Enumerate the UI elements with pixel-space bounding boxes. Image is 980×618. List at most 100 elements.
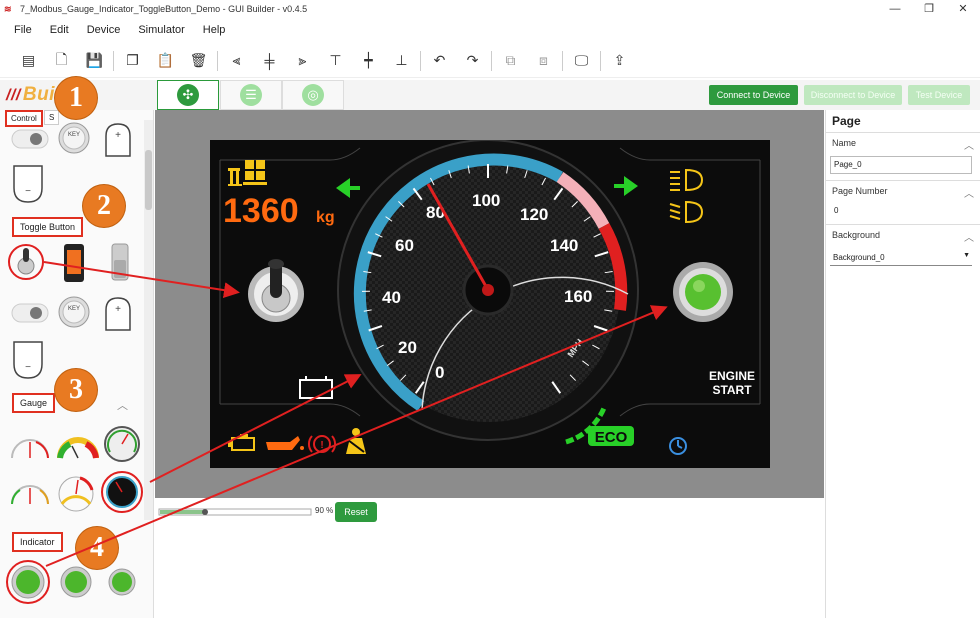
page-number-label: Page Number (832, 186, 888, 196)
undo-icon[interactable]: ↶ (423, 46, 456, 76)
menu-help[interactable]: Help (203, 24, 226, 36)
background-chevron-icon[interactable]: ︿ (964, 229, 974, 244)
align-middle-icon[interactable]: ┿ (352, 46, 385, 76)
load-value: 1360 (223, 192, 299, 230)
section-indicator[interactable]: Indicator (12, 532, 63, 552)
switch-thumb[interactable] (11, 129, 49, 149)
align-center-icon[interactable]: ╪ (253, 46, 286, 76)
zoom-percent: 90 % (315, 506, 334, 515)
zoom-bar: 90 % Reset (155, 498, 824, 526)
properties-panel: Page Name ︿ Page_0 Page Number ︿ 0 Backg… (825, 110, 980, 618)
align-bottom-icon[interactable]: ⊥ (385, 46, 418, 76)
gauge-thumb-3[interactable] (104, 426, 140, 462)
name-field[interactable]: Page_0 (830, 156, 972, 174)
save-icon[interactable]: 💾 (78, 46, 111, 76)
menu-edit[interactable]: Edit (50, 24, 69, 36)
grey-toggle-thumb[interactable] (111, 243, 129, 281)
design-icon: ✣ (177, 84, 199, 106)
engine-label-line1: ENGINE (709, 369, 755, 383)
align-left-icon[interactable]: ⫷ (220, 46, 253, 76)
toolbar-divider (113, 50, 114, 71)
close-button[interactable]: ✕ (946, 0, 980, 18)
phone-toggle-thumb[interactable] (64, 244, 84, 282)
minus-button-thumb[interactable]: − (13, 165, 43, 203)
key-label: KEY (68, 306, 80, 312)
divider (826, 224, 980, 225)
dropdown-arrow-icon: ▼ (963, 252, 970, 259)
gauge-thumb-4[interactable] (11, 485, 49, 505)
tab-design[interactable]: ✣ (157, 80, 219, 110)
toggle-switch-thumb[interactable] (8, 244, 44, 280)
name-chevron-icon[interactable]: ︿ (964, 137, 974, 152)
key-label: KEY (68, 132, 80, 138)
menu-simulator[interactable]: Simulator (138, 24, 184, 36)
panel-title: Page (832, 114, 861, 128)
svg-text:−: − (25, 362, 31, 373)
section-gauge[interactable]: Gauge (12, 393, 56, 413)
disconnect-button[interactable]: Disconnect to Device (804, 85, 902, 105)
indicator-thumb-1[interactable] (6, 560, 50, 604)
upload-icon[interactable]: ⇪ (603, 46, 636, 76)
new-page-icon[interactable]: ▤ (12, 46, 45, 76)
toggle-thumbnails: KEY + − (8, 243, 131, 379)
minimize-button[interactable]: — (878, 0, 912, 18)
align-right-icon[interactable]: ⫸ (286, 46, 319, 76)
send-back-icon[interactable]: ⧈ (527, 46, 560, 76)
delete-icon[interactable]: 🗑 (182, 46, 215, 76)
target-icon: ◎ (302, 84, 324, 106)
test-device-button[interactable]: Test Device (908, 85, 970, 105)
tick-label-100: 100 (472, 191, 500, 210)
indicator-thumb-2[interactable] (60, 566, 92, 598)
load-icon (228, 160, 267, 186)
engine-start-indicator[interactable] (673, 262, 733, 322)
preview-icon[interactable]: 🖵 (565, 46, 598, 76)
menu-file[interactable]: File (14, 24, 32, 36)
minus-button-thumb[interactable]: − (13, 341, 43, 379)
tab-list[interactable]: ☰ (220, 80, 282, 110)
section-toggle-button[interactable]: Toggle Button (12, 217, 84, 237)
page-number-chevron-icon[interactable]: ︿ (964, 185, 974, 200)
dashboard-page[interactable]: 0 20 40 60 80 100 120 140 160 MPH 1360 k… (210, 140, 770, 468)
menu-device[interactable]: Device (87, 24, 121, 36)
copy-icon[interactable]: ❐ (116, 46, 149, 76)
gauge-thumb-5[interactable] (58, 476, 94, 512)
connect-button[interactable]: Connect to Device (709, 85, 798, 105)
dashboard-graphics: 0 20 40 60 80 100 120 140 160 MPH 1360 k… (219, 140, 761, 455)
switch-thumb[interactable] (11, 303, 49, 323)
gauge-thumb-2[interactable] (57, 437, 99, 459)
reset-zoom-button[interactable]: Reset (335, 502, 377, 522)
paste-icon[interactable]: 📋 (149, 46, 182, 76)
gauge-thumb-6[interactable] (101, 471, 143, 513)
new-file-icon[interactable]: 🗋 (45, 46, 78, 76)
menu-bar: File Edit Device Simulator Help (0, 20, 980, 40)
key-button-thumb[interactable]: KEY (58, 296, 90, 328)
title-bar: ≋ 7_Modbus_Gauge_Indicator_ToggleButton_… (0, 0, 980, 18)
tick-label-160: 160 (564, 287, 592, 306)
tick-label-0: 0 (435, 363, 444, 382)
step-badge-3: 3 (55, 369, 97, 411)
maximize-button[interactable]: ❐ (912, 0, 946, 18)
plus-button-thumb[interactable]: + (105, 123, 131, 157)
key-button-thumb[interactable]: KEY (58, 122, 90, 154)
divider (826, 132, 980, 133)
tab-target[interactable]: ◎ (282, 80, 344, 110)
background-select-value: Background_0 (833, 253, 885, 262)
check-engine-icon (228, 434, 255, 451)
redo-icon[interactable]: ↷ (456, 46, 489, 76)
tick-label-60: 60 (395, 236, 414, 255)
gauge-thumb-1[interactable] (11, 439, 49, 459)
speed-gauge[interactable]: 0 20 40 60 80 100 120 140 160 MPH (337, 140, 639, 441)
bring-front-icon[interactable]: ⧉ (494, 46, 527, 76)
toggle-switch[interactable] (248, 259, 304, 322)
align-top-icon[interactable]: ⊤ (319, 46, 352, 76)
engine-label-line2: START (712, 383, 752, 397)
collapse-chevron-icon[interactable]: ︿ (117, 397, 128, 413)
plus-button-thumb[interactable]: + (105, 297, 131, 331)
background-select[interactable]: Background_0 ▼ (830, 250, 972, 266)
svg-text:!: ! (320, 440, 323, 451)
turn-left-arrow-icon (336, 178, 360, 198)
needle-hub (482, 284, 494, 296)
indicator-thumb-3[interactable] (108, 568, 136, 596)
name-label: Name (832, 138, 857, 148)
tick-label-20: 20 (398, 338, 417, 357)
